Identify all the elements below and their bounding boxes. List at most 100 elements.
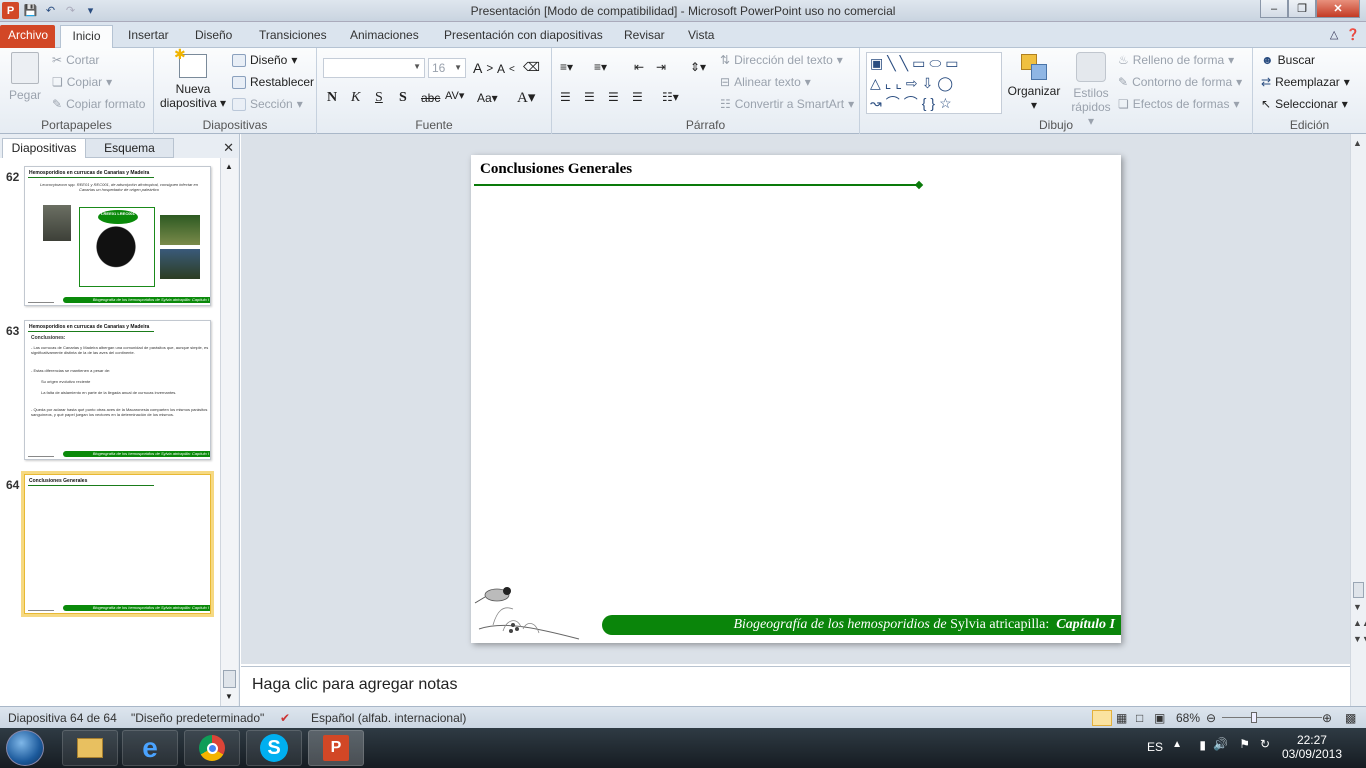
- panel-scrollbar[interactable]: ▲ ▼: [220, 158, 238, 706]
- underline-button[interactable]: S: [375, 90, 383, 106]
- line-spacing-button[interactable]: ⇕▾: [690, 60, 706, 74]
- increase-indent-button[interactable]: ⇥: [656, 60, 666, 74]
- start-button[interactable]: [6, 730, 44, 766]
- theme-name[interactable]: "Diseño predeterminado": [131, 711, 264, 725]
- current-slide[interactable]: Conclusiones Generales Biogeografía de l…: [471, 155, 1121, 643]
- tab-inicio[interactable]: Inicio: [60, 25, 113, 48]
- help-icon[interactable]: ❓: [1346, 28, 1360, 41]
- internet-explorer-taskbar-icon[interactable]: e: [122, 730, 178, 766]
- shape-effects-button[interactable]: ❏ Efectos de formas ▾: [1118, 97, 1240, 111]
- cut-button[interactable]: ✂ Cortar: [52, 53, 99, 67]
- tab-revisar[interactable]: Revisar: [616, 25, 673, 48]
- clock[interactable]: 22:27 03/09/2013: [1282, 733, 1342, 761]
- normal-view-icon[interactable]: [1092, 710, 1112, 726]
- previous-slide-icon[interactable]: ▲▲: [1353, 618, 1366, 628]
- close-button[interactable]: ✕: [1316, 0, 1360, 18]
- zoom-level[interactable]: 68%: [1176, 711, 1200, 725]
- minimize-button[interactable]: –: [1260, 0, 1288, 18]
- font-color-button[interactable]: A▾: [517, 88, 535, 107]
- zoom-in-icon[interactable]: ⊕: [1322, 711, 1332, 725]
- slide-thumbnail-63[interactable]: Hemosporidios en currucas de Canarias y …: [24, 320, 211, 460]
- shadow-button[interactable]: S: [399, 90, 407, 106]
- tab-animaciones[interactable]: Animaciones: [342, 25, 427, 48]
- clear-format-button[interactable]: ⌫: [523, 60, 540, 74]
- align-center-button[interactable]: ☰: [584, 90, 595, 104]
- slide-title[interactable]: Conclusiones Generales: [480, 161, 632, 178]
- scroll-thumb[interactable]: [1353, 582, 1364, 598]
- tab-diapositivas[interactable]: Diapositivas: [2, 138, 86, 158]
- spellcheck-icon[interactable]: ✔︎: [280, 711, 290, 725]
- tab-presentacion[interactable]: Presentación con diapositivas: [436, 25, 611, 48]
- notes-placeholder[interactable]: Haga clic para agregar notas: [252, 676, 457, 694]
- new-slide-button[interactable]: ✱ Nueva diapositiva ▾: [158, 47, 228, 110]
- chrome-taskbar-icon[interactable]: [184, 730, 240, 766]
- layout-button[interactable]: Diseño ▾: [232, 53, 297, 67]
- char-spacing-button[interactable]: AV▾: [445, 89, 464, 102]
- close-panel-icon[interactable]: ✕: [223, 140, 234, 156]
- copy-button[interactable]: ❏ Copiar ▾: [52, 75, 112, 89]
- decrease-indent-button[interactable]: ⇤: [634, 60, 644, 74]
- arrange-button[interactable]: Organizar ▾: [1006, 52, 1062, 112]
- font-name-combo[interactable]: ▼: [323, 58, 425, 78]
- shapes-gallery[interactable]: ▣╲╲▭⬭▭ △⌞⌞⇨⇩◯ ↝⌒⌒{}☆: [866, 52, 1002, 114]
- strikethrough-button[interactable]: abc: [421, 91, 440, 105]
- fit-slide-icon[interactable]: ▩: [1345, 711, 1356, 725]
- text-direction-button[interactable]: ⇅ Dirección del texto ▾: [720, 53, 843, 67]
- italic-button[interactable]: K: [351, 90, 360, 106]
- zoom-slider-thumb[interactable]: [1251, 712, 1257, 723]
- shrink-font-button[interactable]: A ˂: [497, 62, 515, 76]
- maximize-button[interactable]: ❐: [1288, 0, 1316, 18]
- zoom-slider[interactable]: [1222, 717, 1322, 718]
- input-language[interactable]: ES: [1147, 740, 1163, 754]
- change-case-button[interactable]: Aa▾: [477, 91, 498, 105]
- quick-styles-button[interactable]: Estilos rápidos ▾: [1068, 52, 1114, 128]
- scroll-up-icon[interactable]: ▲: [225, 162, 233, 171]
- section-button[interactable]: Sección ▾: [232, 97, 303, 111]
- scroll-down-icon[interactable]: ▼: [225, 692, 233, 701]
- action-center-icon[interactable]: ⚑: [1239, 737, 1250, 751]
- tab-transiciones[interactable]: Transiciones: [251, 25, 335, 48]
- slide-sorter-icon[interactable]: ▦: [1116, 711, 1127, 725]
- tab-vista[interactable]: Vista: [680, 25, 722, 48]
- network-icon[interactable]: ▮: [1199, 738, 1206, 752]
- align-text-button[interactable]: ⊟ Alinear texto ▾: [720, 75, 811, 89]
- powerpoint-taskbar-icon[interactable]: P: [308, 730, 364, 766]
- tab-archivo[interactable]: Archivo: [0, 25, 55, 48]
- reset-button[interactable]: Restablecer: [232, 75, 314, 89]
- show-hidden-icons-icon[interactable]: ▲: [1172, 739, 1182, 750]
- align-right-button[interactable]: ☰: [608, 90, 619, 104]
- notes-pane[interactable]: Haga clic para agregar notas: [241, 666, 1350, 706]
- grow-font-button[interactable]: A ˃: [473, 60, 493, 76]
- replace-button[interactable]: ⇄ Reemplazar ▾: [1261, 75, 1350, 89]
- skype-taskbar-icon[interactable]: S: [246, 730, 302, 766]
- tab-esquema[interactable]: Esquema: [86, 138, 174, 158]
- font-size-combo[interactable]: 16 ▼: [428, 58, 466, 78]
- next-slide-icon[interactable]: ▼▼: [1353, 634, 1366, 644]
- minimize-ribbon-icon[interactable]: △: [1330, 28, 1338, 41]
- tab-diseno[interactable]: Diseño: [187, 25, 240, 48]
- scroll-up-icon[interactable]: ▲: [1353, 138, 1362, 148]
- find-button[interactable]: ☻ Buscar: [1261, 53, 1315, 67]
- numbering-button[interactable]: ≡▾: [594, 60, 607, 74]
- tab-insertar[interactable]: Insertar: [120, 25, 177, 48]
- smartart-button[interactable]: ☷ Convertir a SmartArt ▾: [720, 97, 854, 111]
- slide-scrollbar[interactable]: ▲ ▼ ▲▲ ▼▼: [1350, 134, 1366, 706]
- slide-thumbnail-64[interactable]: Conclusiones Generales Biogeografía de l…: [21, 471, 214, 617]
- justify-button[interactable]: ☰: [632, 90, 643, 104]
- format-painter-button[interactable]: ✎ Copiar formato: [52, 97, 145, 111]
- scroll-thumb[interactable]: [223, 670, 236, 688]
- select-button[interactable]: ↖ Seleccionar ▾: [1261, 97, 1348, 111]
- slide-thumbnail-62[interactable]: Hemosporidios en currucas de Canarias y …: [24, 166, 211, 306]
- language-indicator[interactable]: Español (alfab. internacional): [311, 711, 466, 725]
- zoom-out-icon[interactable]: ⊖: [1206, 711, 1216, 725]
- slideshow-icon[interactable]: ▣: [1154, 711, 1165, 725]
- align-left-button[interactable]: ☰: [560, 90, 571, 104]
- shape-outline-button[interactable]: ✎ Contorno de forma ▾: [1118, 75, 1242, 89]
- reading-view-icon[interactable]: □: [1136, 711, 1143, 725]
- shape-fill-button[interactable]: ♨ Relleno de forma ▾: [1118, 53, 1234, 67]
- bold-button[interactable]: N: [327, 90, 337, 106]
- update-icon[interactable]: ↻: [1260, 737, 1270, 751]
- volume-icon[interactable]: 🔊: [1213, 737, 1228, 751]
- explorer-taskbar-icon[interactable]: [62, 730, 118, 766]
- columns-button[interactable]: ☷▾: [662, 90, 679, 104]
